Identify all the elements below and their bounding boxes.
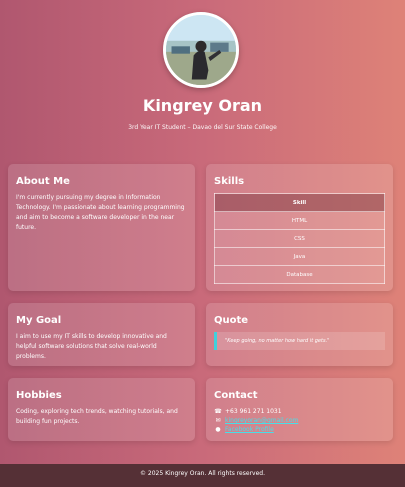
skills-table: Skill HTML CSS Java Database xyxy=(214,193,385,284)
skills-title: Skills xyxy=(214,176,245,187)
about-text: I'm currently pursuing my degree in Info… xyxy=(16,194,185,231)
quote-text: "Keep going, no matter how hard it gets.… xyxy=(214,332,385,350)
avatar xyxy=(163,12,239,88)
skill-row: HTML xyxy=(214,211,385,230)
contact-email: ✉ kingreyoran@gmail.com xyxy=(214,416,385,425)
profile-name: Kingrey Oran xyxy=(142,96,263,115)
goal-text: I aim to use my IT skills to develop inn… xyxy=(16,333,167,360)
profile-photo xyxy=(166,15,236,85)
hobbies-title: Hobbies xyxy=(16,390,62,401)
contact-facebook: ● Facebook Profile xyxy=(214,425,385,434)
hobbies-text: Coding, exploring tech trends, watching … xyxy=(16,408,178,425)
skills-card: Skills Skill HTML CSS Java Database xyxy=(206,164,393,291)
hobbies-card: Hobbies Coding, exploring tech trends, w… xyxy=(8,378,195,441)
facebook-link[interactable]: Facebook Profile xyxy=(225,425,274,434)
about-card: About Me I'm currently pursuing my degre… xyxy=(8,164,195,291)
quote-card: Quote "Keep going, no matter how hard it… xyxy=(206,303,393,366)
about-title: About Me xyxy=(16,176,70,187)
phone-icon: ☎ xyxy=(214,408,222,415)
contact-card: Contact ☎ +63 961 271 1031 ✉ kingreyoran… xyxy=(206,378,393,441)
skill-row: Database xyxy=(214,265,385,284)
quote-title: Quote xyxy=(214,315,249,326)
skills-table-header: Skill xyxy=(214,193,385,212)
skill-row: Java xyxy=(214,247,385,266)
email-link[interactable]: kingreyoran@gmail.com xyxy=(225,416,298,425)
email-icon: ✉ xyxy=(215,417,221,424)
skill-row: CSS xyxy=(214,229,385,248)
footer: © 2025 Kingrey Oran. All rights reserved… xyxy=(0,464,405,487)
contact-phone: ☎ +63 961 271 1031 xyxy=(214,407,385,416)
contact-title: Contact xyxy=(214,390,258,401)
goal-title: My Goal xyxy=(16,315,62,326)
profile-header: Kingrey Oran 3rd Year IT Student – Davao… xyxy=(0,0,405,150)
profile-subtitle: 3rd Year IT Student – Davao del Sur Stat… xyxy=(128,124,277,131)
facebook-icon: ● xyxy=(215,426,221,433)
goal-card: My Goal I aim to use my IT skills to dev… xyxy=(8,303,195,366)
contact-phone-text: +63 961 271 1031 xyxy=(225,408,282,415)
